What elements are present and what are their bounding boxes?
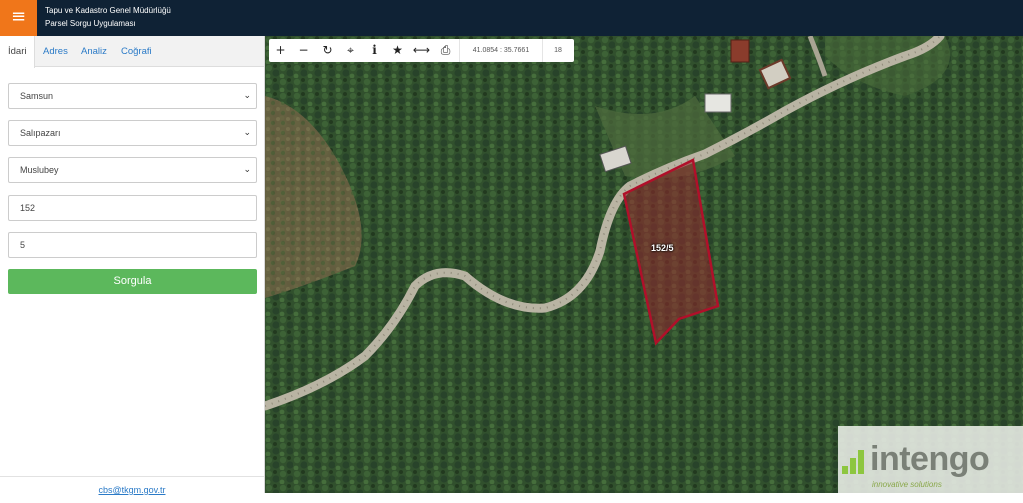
parcel-label: 152/5: [651, 243, 674, 253]
contact-email-link[interactable]: cbs@tkgm.gov.tr: [99, 485, 166, 495]
satellite-imagery[interactable]: [265, 36, 1023, 493]
map-toolbar: + − ↻ ⌖ i ★ ⟷ ⎙ 41.0854 : 35.7661 18: [269, 39, 574, 62]
district-value: Salıpazarı: [20, 128, 61, 138]
tab-cografi[interactable]: Coğrafi: [121, 36, 152, 67]
info-icon[interactable]: i: [363, 39, 386, 62]
building: [730, 39, 750, 63]
chevron-down-icon: ⌄: [243, 91, 251, 101]
district-select[interactable]: Salıpazarı ⌄: [8, 120, 257, 146]
zoom-level: 18: [554, 47, 562, 54]
top-bar: ≡ Tapu ve Kadastro Genel Müdürlüğü Parse…: [0, 0, 1023, 36]
building: [704, 93, 732, 113]
app-title-line2: Parsel Sorgu Uygulaması: [45, 19, 136, 28]
chevron-down-icon: ⌄: [243, 128, 251, 138]
refresh-icon[interactable]: ↻: [316, 39, 339, 62]
intengo-watermark: intengo innovative solutions: [838, 426, 1023, 493]
watermark-brand: intengo: [870, 440, 990, 478]
locate-icon[interactable]: ⌖: [339, 39, 362, 62]
block-number-value: 152: [20, 203, 36, 213]
chevron-down-icon: ⌄: [243, 165, 251, 175]
query-button[interactable]: Sorgula: [8, 269, 257, 294]
tab-adres[interactable]: Adres: [43, 36, 68, 67]
tab-analiz[interactable]: Analiz: [81, 36, 107, 67]
plus-icon[interactable]: +: [269, 39, 292, 62]
block-number-input[interactable]: 152: [8, 195, 257, 221]
neighborhood-value: Muslubey: [20, 165, 59, 175]
query-tabs: İdari Adres Analiz Coğrafi: [0, 36, 264, 68]
sidebar-footer: cbs@tkgm.gov.tr: [0, 476, 264, 495]
parcel-number-value: 5: [20, 240, 26, 250]
map-view[interactable]: + − ↻ ⌖ i ★ ⟷ ⎙ 41.0854 : 35.7661 18 152…: [265, 36, 1023, 493]
app-title: Tapu ve Kadastro Genel Müdürlüğü Parsel …: [45, 4, 171, 30]
watermark-tagline: innovative solutions: [872, 480, 942, 489]
print-icon[interactable]: ⎙: [434, 39, 457, 62]
measure-icon[interactable]: ⟷: [410, 39, 433, 62]
app-title-line1: Tapu ve Kadastro Genel Müdürlüğü: [45, 6, 171, 15]
neighborhood-select[interactable]: Muslubey ⌄: [8, 157, 257, 183]
province-value: Samsun: [20, 91, 54, 101]
parcel-number-input[interactable]: 5: [8, 232, 257, 258]
tab-idari[interactable]: İdari: [0, 36, 36, 68]
province-select[interactable]: Samsun ⌄: [8, 83, 257, 109]
star-icon[interactable]: ★: [386, 39, 409, 62]
hamburger-menu-button[interactable]: ≡: [0, 0, 37, 36]
sidebar: İdari Adres Analiz Coğrafi Samsun ⌄ Salı…: [0, 36, 265, 495]
coordinate-readout: 41.0854 : 35.7661: [459, 39, 543, 62]
minus-icon[interactable]: −: [292, 39, 315, 62]
menu-icon: ≡: [10, 6, 27, 27]
